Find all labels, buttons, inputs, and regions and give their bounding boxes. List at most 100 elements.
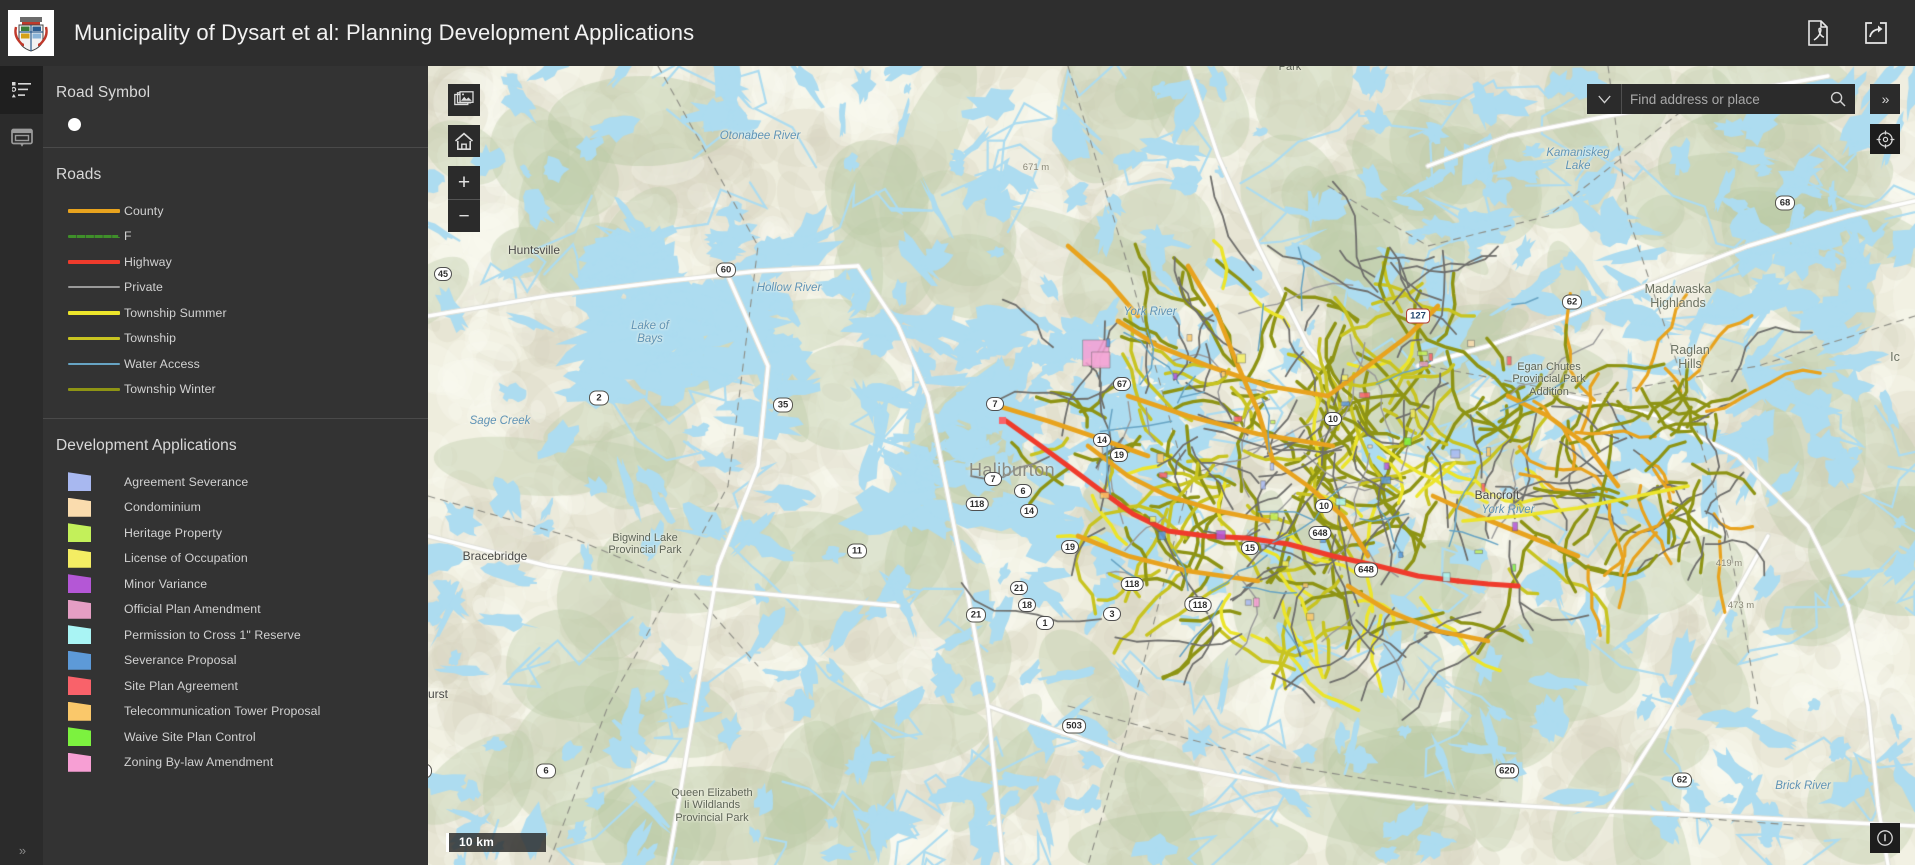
legend-row: Private [43, 275, 428, 301]
polygon-symbol-swatch [68, 599, 91, 619]
scale-bar-label: 10 km [446, 833, 546, 852]
polygon-symbol-swatch [68, 676, 91, 696]
polygon-symbol-swatch [68, 727, 91, 747]
line-symbol-swatch [68, 387, 120, 391]
legend-group-road-symbol: Road Symbol [43, 66, 428, 147]
legend-row: License of Occupation [43, 546, 428, 572]
legend-group-roads: Roads County F Highway Private Township Summ… [43, 147, 428, 418]
legend-row: Official Plan Amendment [43, 597, 428, 623]
zoom-in-button[interactable]: + [448, 166, 480, 199]
legend-row: Heritage Property [43, 520, 428, 546]
info-circle-icon[interactable] [1870, 823, 1900, 853]
legend-item-label: Agreement Severance [124, 474, 249, 489]
legend-row: Township [43, 326, 428, 352]
legend-swatch-cell [68, 497, 124, 517]
legend-row: Permission to Cross 1" Reserve [43, 622, 428, 648]
map-view[interactable]: + − » [428, 66, 1915, 865]
legend-group-development-applications: Development Applications Agreement Sever… [43, 418, 428, 791]
legend-swatch-cell [68, 574, 124, 594]
legend-row: County [43, 198, 428, 224]
legend-group-title: Roads [56, 166, 102, 183]
legend-swatch-cell [68, 259, 124, 264]
legend-swatch-cell [68, 676, 124, 696]
polygon-symbol-swatch [68, 523, 91, 543]
legend-swatch-cell [68, 701, 124, 721]
legend-row [43, 118, 428, 131]
legend-row: Township Winter [43, 377, 428, 403]
legend-swatch-cell [68, 727, 124, 747]
legend-swatch-cell [68, 625, 124, 645]
scale-bar: 10 km [446, 833, 546, 852]
polygon-symbol-swatch [68, 752, 91, 772]
legend-swatch-cell [68, 599, 124, 619]
legend-item-label: Heritage Property [124, 525, 223, 540]
road-symbol-point-swatch [68, 118, 81, 131]
polygon-symbol-swatch [68, 548, 91, 568]
legend-item-label: Highway [124, 254, 172, 269]
page-title: Municipality of Dysart et al: Planning D… [74, 20, 695, 45]
legend-swatch-cell [68, 472, 124, 492]
polygon-symbol-swatch [68, 625, 91, 645]
layer-list-tool-button[interactable] [0, 114, 43, 162]
line-symbol-swatch [68, 208, 120, 213]
legend-swatch-cell [68, 548, 124, 568]
legend-group-title: Road Symbol [56, 84, 151, 101]
legend-swatch-cell [68, 362, 124, 365]
search-icon[interactable] [1821, 84, 1855, 114]
polygon-symbol-swatch [68, 497, 91, 517]
legend-swatch-cell [68, 310, 124, 315]
legend-item-label: Township Winter [124, 382, 216, 397]
polygon-symbol-swatch [68, 650, 91, 670]
legend-row: Zoning By-law Amendment [43, 750, 428, 776]
line-symbol-swatch [68, 286, 120, 289]
legend-row: Telecommunication Tower Proposal [43, 699, 428, 725]
legend-swatch-cell [68, 208, 124, 213]
legend-row: Highway [43, 249, 428, 275]
legend-swatch-cell [68, 234, 124, 238]
search-widget [1587, 84, 1855, 114]
home-button[interactable] [448, 125, 480, 157]
legend-row: Waive Site Plan Control [43, 724, 428, 750]
legend-item-label: Official Plan Amendment [124, 602, 261, 617]
legend-item-label: Zoning By-law Amendment [124, 755, 274, 770]
legend-rows-development: Agreement Severance Condominium Heritage P… [43, 469, 428, 775]
search-input[interactable] [1621, 84, 1821, 114]
legend-item-label: Minor Variance [124, 576, 208, 591]
legend-item-label: Telecommunication Tower Proposal [124, 704, 321, 719]
legend-tool-button[interactable] [0, 66, 43, 114]
chevron-down-icon[interactable] [1587, 84, 1621, 114]
expand-panel-button[interactable]: » [1870, 84, 1900, 114]
line-symbol-swatch [68, 336, 120, 340]
legend-swatch-cell [68, 523, 124, 543]
municipal-coat-of-arms-icon [8, 10, 54, 56]
locate-crosshair-icon[interactable] [1870, 124, 1900, 154]
map-basemap-canvas[interactable] [428, 66, 1915, 865]
legend-swatch-cell [68, 336, 124, 340]
line-symbol-swatch [68, 259, 120, 264]
zoom-out-button[interactable]: − [448, 199, 480, 232]
zoom-controls: + − [448, 166, 480, 232]
web-map-application: Municipality of Dysart et al: Planning D… [0, 0, 1915, 865]
polygon-symbol-swatch [68, 472, 91, 492]
legend-swatch-cell [68, 650, 124, 670]
legend-item-label: F [124, 229, 132, 244]
export-pdf-button[interactable] [1805, 19, 1831, 47]
legend-row: Site Plan Agreement [43, 673, 428, 699]
polygon-symbol-swatch [68, 574, 91, 594]
header-actions [1805, 19, 1889, 47]
legend-item-label: County [124, 203, 164, 218]
rail-collapse-button[interactable]: » [0, 835, 43, 865]
basemap-gallery-button[interactable] [448, 84, 480, 116]
legend-item-label: Permission to Cross 1" Reserve [124, 627, 301, 642]
legend-item-label: Condominium [124, 500, 201, 515]
line-symbol-swatch [68, 234, 120, 238]
legend-item-label: Private [124, 280, 163, 295]
legend-item-label: Water Access [124, 356, 200, 371]
legend-row: Township Summer [43, 300, 428, 326]
legend-row: Condominium [43, 495, 428, 521]
polygon-symbol-swatch [68, 701, 91, 721]
legend-rows-roads: County F Highway Private Township Summer Town… [43, 198, 428, 402]
legend-panel[interactable]: Road Symbol Roads County F Highway Private T… [43, 66, 428, 865]
legend-row: F [43, 224, 428, 250]
share-button[interactable] [1863, 19, 1889, 47]
